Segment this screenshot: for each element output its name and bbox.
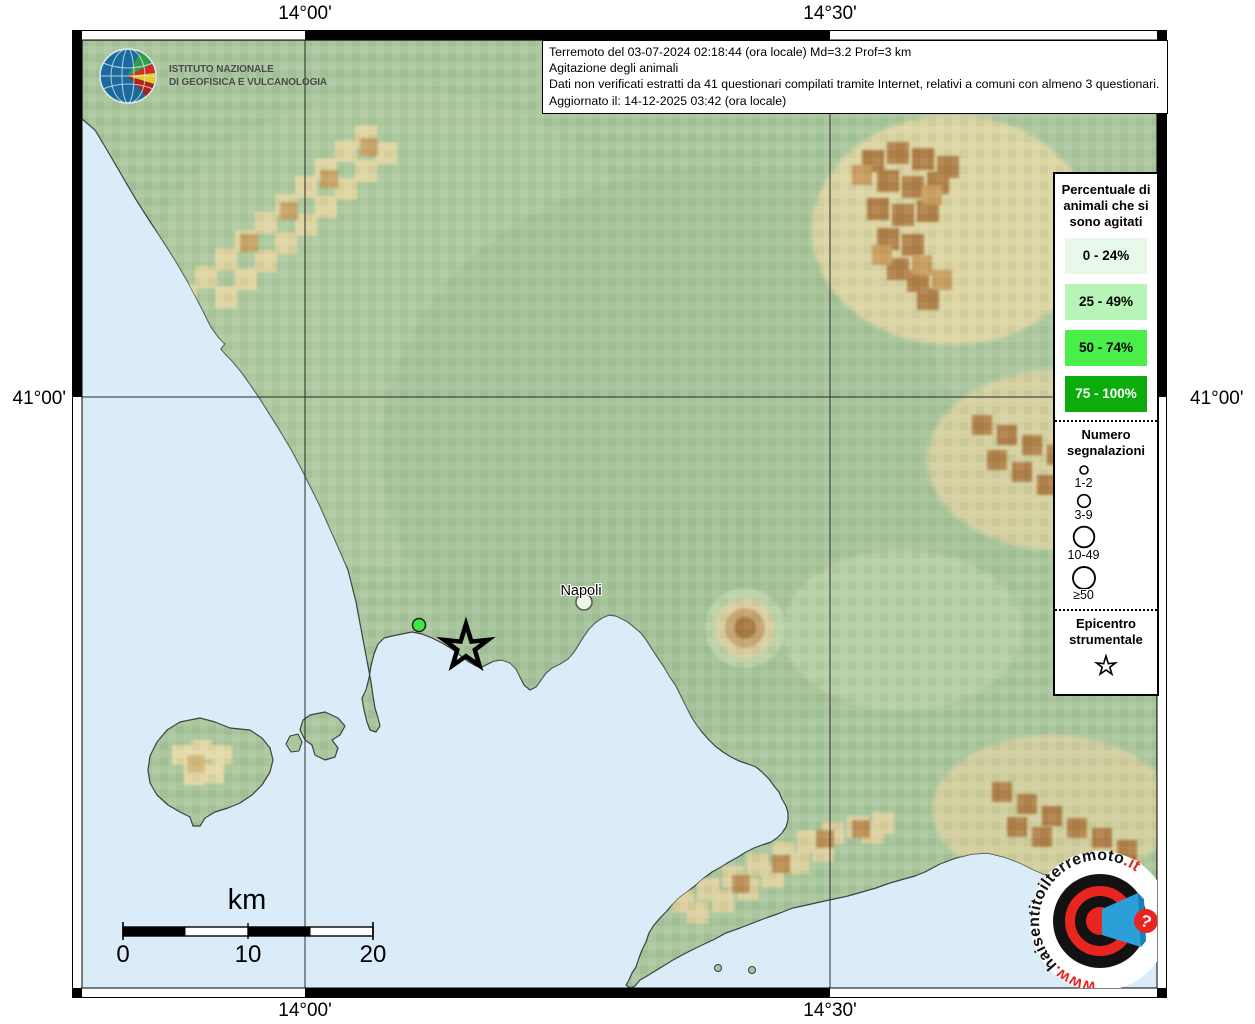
haisentito-logo-icon: ? www.haisentitoilterremoto.it: [1028, 845, 1157, 988]
map-canvas: [72, 30, 1167, 998]
count-class-50plus: ≥50: [1059, 565, 1108, 602]
count-class-1-2: 1-2: [1059, 463, 1108, 490]
count-class-3-9: 3-9: [1059, 493, 1108, 522]
axis-label-lon-right-bottom: 14°30': [803, 1000, 857, 1022]
count-circle-50plus-icon: [1069, 565, 1099, 589]
islet-li-galli-2: [749, 967, 756, 974]
count-label-10-49: 10-49: [1059, 549, 1108, 562]
info-line-data: Dati non verificati estratti da 41 quest…: [549, 76, 1161, 92]
city-label-napoli: Napoli: [560, 583, 601, 599]
count-label-3-9: 3-9: [1059, 509, 1108, 522]
axis-label-lon-right-top: 14°30': [803, 3, 857, 25]
legend: Percentuale di animali che si sono agita…: [1053, 172, 1159, 696]
info-line-event: Terremoto del 03-07-2024 02:18:44 (ora l…: [549, 44, 1161, 60]
count-circle-1-2-icon: [1076, 463, 1092, 477]
scale-tick-0: 0: [116, 941, 129, 969]
count-circle-10-49-icon: [1071, 525, 1097, 549]
legend-swatch-0-24: 0 - 24%: [1065, 238, 1147, 274]
count-class-10-49: 10-49: [1059, 525, 1108, 562]
scale-tick-10: 10: [235, 941, 262, 969]
report-dot-green: [413, 619, 426, 632]
legend-percent-title: Percentuale di animali che si sono agita…: [1059, 180, 1153, 238]
count-label-1-2: 1-2: [1059, 477, 1108, 490]
legend-swatch-25-49: 25 - 49%: [1065, 284, 1147, 320]
axis-label-lon-left-bottom: 14°00': [278, 1000, 332, 1022]
legend-count-title: Numero segnalazioni: [1059, 424, 1153, 463]
brand-logo: ? www.haisentitoilterremoto.it: [1028, 845, 1157, 988]
legend-percent-section: Percentuale di animali che si sono agita…: [1055, 174, 1157, 420]
legend-epicenter-section: Epicentro strumentale: [1055, 611, 1157, 694]
axis-label-lon-left-top: 14°00': [278, 3, 332, 25]
axis-label-lat-left: 41°00': [2, 388, 66, 410]
legend-count-section: Numero segnalazioni 1-2 3-9 10-49: [1055, 422, 1157, 609]
legend-swatch-75-100: 75 - 100%: [1065, 376, 1147, 412]
info-box: Terremoto del 03-07-2024 02:18:44 (ora l…: [542, 40, 1168, 114]
map-screenshot: 14°00' 14°30' 14°00' 14°30' 41°00' 41°00…: [0, 0, 1255, 1024]
info-line-updated: Aggiornato il: 14-12-2025 03:42 (ora loc…: [549, 93, 1161, 109]
scale-tick-20: 20: [360, 941, 387, 969]
scale-unit-label: km: [228, 884, 267, 917]
count-label-50plus: ≥50: [1059, 589, 1108, 602]
legend-swatch-50-74: 50 - 74%: [1065, 330, 1147, 366]
legend-epicenter-title: Epicentro strumentale: [1059, 613, 1153, 652]
count-circle-3-9-icon: [1075, 493, 1093, 509]
ingv-logo: ISTITUTO NAZIONALE DI GEOFISICA E VULCAN…: [98, 46, 327, 106]
islet-li-galli-1: [715, 965, 722, 972]
ingv-name-line1: ISTITUTO NAZIONALE: [169, 63, 327, 76]
epicenter-star-icon: [1093, 654, 1119, 677]
info-line-type: Agitazione degli animali: [549, 60, 1161, 76]
axis-label-lat-right: 41°00': [1190, 388, 1244, 410]
ingv-globe-icon: [98, 46, 160, 106]
ingv-name-line2: DI GEOFISICA E VULCANOLOGIA: [169, 76, 327, 89]
